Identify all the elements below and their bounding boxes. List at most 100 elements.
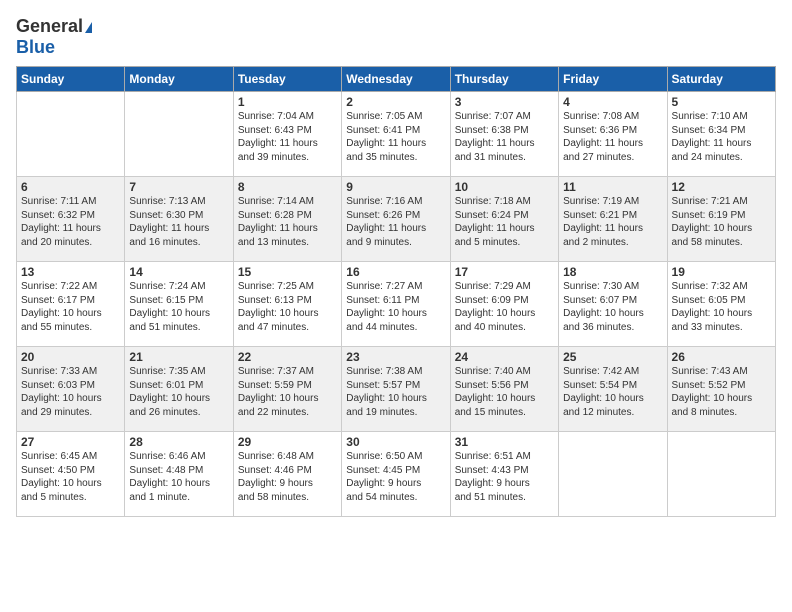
- day-number: 26: [672, 350, 771, 364]
- day-cell: 9Sunrise: 7:16 AM Sunset: 6:26 PM Daylig…: [342, 177, 450, 262]
- day-number: 9: [346, 180, 445, 194]
- day-info: Sunrise: 7:19 AM Sunset: 6:21 PM Dayligh…: [563, 195, 662, 249]
- day-info: Sunrise: 7:24 AM Sunset: 6:15 PM Dayligh…: [129, 280, 228, 334]
- day-info: Sunrise: 7:22 AM Sunset: 6:17 PM Dayligh…: [21, 280, 120, 334]
- week-row-4: 20Sunrise: 7:33 AM Sunset: 6:03 PM Dayli…: [17, 347, 776, 432]
- day-cell: 20Sunrise: 7:33 AM Sunset: 6:03 PM Dayli…: [17, 347, 125, 432]
- day-number: 4: [563, 95, 662, 109]
- header: General Blue: [16, 16, 776, 58]
- day-number: 16: [346, 265, 445, 279]
- day-info: Sunrise: 7:14 AM Sunset: 6:28 PM Dayligh…: [238, 195, 337, 249]
- day-cell: 7Sunrise: 7:13 AM Sunset: 6:30 PM Daylig…: [125, 177, 233, 262]
- week-row-2: 6Sunrise: 7:11 AM Sunset: 6:32 PM Daylig…: [17, 177, 776, 262]
- day-number: 10: [455, 180, 554, 194]
- day-info: Sunrise: 6:45 AM Sunset: 4:50 PM Dayligh…: [21, 450, 120, 504]
- day-info: Sunrise: 6:50 AM Sunset: 4:45 PM Dayligh…: [346, 450, 445, 504]
- day-cell: 2Sunrise: 7:05 AM Sunset: 6:41 PM Daylig…: [342, 92, 450, 177]
- day-cell: 31Sunrise: 6:51 AM Sunset: 4:43 PM Dayli…: [450, 432, 558, 517]
- day-number: 13: [21, 265, 120, 279]
- day-cell: 25Sunrise: 7:42 AM Sunset: 5:54 PM Dayli…: [559, 347, 667, 432]
- day-cell: 12Sunrise: 7:21 AM Sunset: 6:19 PM Dayli…: [667, 177, 775, 262]
- logo-blue: Blue: [16, 37, 55, 58]
- day-cell: 5Sunrise: 7:10 AM Sunset: 6:34 PM Daylig…: [667, 92, 775, 177]
- day-number: 6: [21, 180, 120, 194]
- day-cell: 15Sunrise: 7:25 AM Sunset: 6:13 PM Dayli…: [233, 262, 341, 347]
- day-cell: [559, 432, 667, 517]
- day-info: Sunrise: 7:35 AM Sunset: 6:01 PM Dayligh…: [129, 365, 228, 419]
- day-cell: 26Sunrise: 7:43 AM Sunset: 5:52 PM Dayli…: [667, 347, 775, 432]
- day-number: 12: [672, 180, 771, 194]
- day-cell: 22Sunrise: 7:37 AM Sunset: 5:59 PM Dayli…: [233, 347, 341, 432]
- day-info: Sunrise: 6:51 AM Sunset: 4:43 PM Dayligh…: [455, 450, 554, 504]
- day-number: 1: [238, 95, 337, 109]
- day-cell: 1Sunrise: 7:04 AM Sunset: 6:43 PM Daylig…: [233, 92, 341, 177]
- day-info: Sunrise: 7:11 AM Sunset: 6:32 PM Dayligh…: [21, 195, 120, 249]
- day-cell: 8Sunrise: 7:14 AM Sunset: 6:28 PM Daylig…: [233, 177, 341, 262]
- day-info: Sunrise: 7:33 AM Sunset: 6:03 PM Dayligh…: [21, 365, 120, 419]
- day-info: Sunrise: 7:37 AM Sunset: 5:59 PM Dayligh…: [238, 365, 337, 419]
- day-number: 15: [238, 265, 337, 279]
- day-cell: [17, 92, 125, 177]
- day-info: Sunrise: 7:25 AM Sunset: 6:13 PM Dayligh…: [238, 280, 337, 334]
- day-number: 24: [455, 350, 554, 364]
- weekday-wednesday: Wednesday: [342, 67, 450, 92]
- day-number: 20: [21, 350, 120, 364]
- day-number: 14: [129, 265, 228, 279]
- day-cell: 23Sunrise: 7:38 AM Sunset: 5:57 PM Dayli…: [342, 347, 450, 432]
- day-number: 8: [238, 180, 337, 194]
- day-cell: [125, 92, 233, 177]
- weekday-sunday: Sunday: [17, 67, 125, 92]
- day-info: Sunrise: 7:13 AM Sunset: 6:30 PM Dayligh…: [129, 195, 228, 249]
- day-info: Sunrise: 7:40 AM Sunset: 5:56 PM Dayligh…: [455, 365, 554, 419]
- day-number: 23: [346, 350, 445, 364]
- day-info: Sunrise: 7:43 AM Sunset: 5:52 PM Dayligh…: [672, 365, 771, 419]
- day-number: 29: [238, 435, 337, 449]
- day-info: Sunrise: 7:29 AM Sunset: 6:09 PM Dayligh…: [455, 280, 554, 334]
- day-info: Sunrise: 7:32 AM Sunset: 6:05 PM Dayligh…: [672, 280, 771, 334]
- day-info: Sunrise: 7:38 AM Sunset: 5:57 PM Dayligh…: [346, 365, 445, 419]
- week-row-5: 27Sunrise: 6:45 AM Sunset: 4:50 PM Dayli…: [17, 432, 776, 517]
- logo-general: General: [16, 16, 92, 37]
- weekday-saturday: Saturday: [667, 67, 775, 92]
- week-row-3: 13Sunrise: 7:22 AM Sunset: 6:17 PM Dayli…: [17, 262, 776, 347]
- day-cell: 14Sunrise: 7:24 AM Sunset: 6:15 PM Dayli…: [125, 262, 233, 347]
- day-info: Sunrise: 7:08 AM Sunset: 6:36 PM Dayligh…: [563, 110, 662, 164]
- day-cell: 18Sunrise: 7:30 AM Sunset: 6:07 PM Dayli…: [559, 262, 667, 347]
- day-info: Sunrise: 7:10 AM Sunset: 6:34 PM Dayligh…: [672, 110, 771, 164]
- day-cell: 13Sunrise: 7:22 AM Sunset: 6:17 PM Dayli…: [17, 262, 125, 347]
- day-number: 2: [346, 95, 445, 109]
- calendar: SundayMondayTuesdayWednesdayThursdayFrid…: [16, 66, 776, 517]
- day-number: 31: [455, 435, 554, 449]
- day-number: 30: [346, 435, 445, 449]
- day-info: Sunrise: 7:18 AM Sunset: 6:24 PM Dayligh…: [455, 195, 554, 249]
- day-cell: 4Sunrise: 7:08 AM Sunset: 6:36 PM Daylig…: [559, 92, 667, 177]
- day-info: Sunrise: 7:30 AM Sunset: 6:07 PM Dayligh…: [563, 280, 662, 334]
- day-cell: 6Sunrise: 7:11 AM Sunset: 6:32 PM Daylig…: [17, 177, 125, 262]
- day-number: 27: [21, 435, 120, 449]
- day-number: 11: [563, 180, 662, 194]
- day-info: Sunrise: 7:16 AM Sunset: 6:26 PM Dayligh…: [346, 195, 445, 249]
- day-number: 19: [672, 265, 771, 279]
- day-cell: 10Sunrise: 7:18 AM Sunset: 6:24 PM Dayli…: [450, 177, 558, 262]
- day-cell: 30Sunrise: 6:50 AM Sunset: 4:45 PM Dayli…: [342, 432, 450, 517]
- day-info: Sunrise: 6:48 AM Sunset: 4:46 PM Dayligh…: [238, 450, 337, 504]
- day-cell: 27Sunrise: 6:45 AM Sunset: 4:50 PM Dayli…: [17, 432, 125, 517]
- day-number: 22: [238, 350, 337, 364]
- day-info: Sunrise: 7:27 AM Sunset: 6:11 PM Dayligh…: [346, 280, 445, 334]
- calendar-body: 1Sunrise: 7:04 AM Sunset: 6:43 PM Daylig…: [17, 92, 776, 517]
- day-info: Sunrise: 7:05 AM Sunset: 6:41 PM Dayligh…: [346, 110, 445, 164]
- day-cell: 24Sunrise: 7:40 AM Sunset: 5:56 PM Dayli…: [450, 347, 558, 432]
- weekday-header-row: SundayMondayTuesdayWednesdayThursdayFrid…: [17, 67, 776, 92]
- day-number: 17: [455, 265, 554, 279]
- day-number: 3: [455, 95, 554, 109]
- day-info: Sunrise: 6:46 AM Sunset: 4:48 PM Dayligh…: [129, 450, 228, 504]
- day-cell: 17Sunrise: 7:29 AM Sunset: 6:09 PM Dayli…: [450, 262, 558, 347]
- day-cell: 11Sunrise: 7:19 AM Sunset: 6:21 PM Dayli…: [559, 177, 667, 262]
- day-info: Sunrise: 7:42 AM Sunset: 5:54 PM Dayligh…: [563, 365, 662, 419]
- week-row-1: 1Sunrise: 7:04 AM Sunset: 6:43 PM Daylig…: [17, 92, 776, 177]
- day-number: 21: [129, 350, 228, 364]
- weekday-monday: Monday: [125, 67, 233, 92]
- day-cell: 28Sunrise: 6:46 AM Sunset: 4:48 PM Dayli…: [125, 432, 233, 517]
- day-info: Sunrise: 7:04 AM Sunset: 6:43 PM Dayligh…: [238, 110, 337, 164]
- day-cell: 21Sunrise: 7:35 AM Sunset: 6:01 PM Dayli…: [125, 347, 233, 432]
